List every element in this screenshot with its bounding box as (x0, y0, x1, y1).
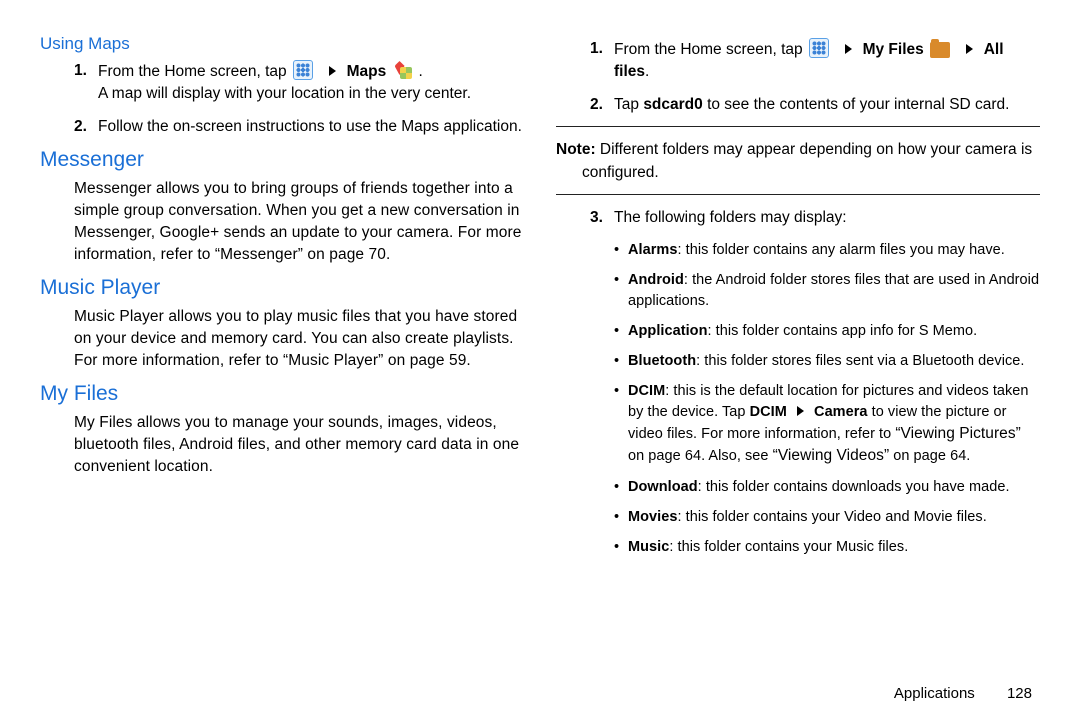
text: on page 64. Also, see (628, 448, 773, 464)
music-paragraph: Music Player allows you to play music fi… (40, 306, 524, 372)
text: From the Home screen, tap (98, 63, 291, 80)
myfiles-step-1: From the Home screen, tap My Files All f… (590, 38, 1040, 84)
folder-name: Application (628, 323, 708, 339)
text: on page 64. (889, 448, 970, 464)
dcim-label: DCIM (750, 404, 787, 420)
text: Tap (614, 96, 643, 113)
arrow-icon (966, 44, 973, 54)
myfiles-step-2: Tap sdcard0 to see the contents of your … (590, 94, 1040, 116)
music-ref: “Music Player” (283, 352, 388, 369)
list-item: DCIM: this is the default location for p… (614, 381, 1040, 468)
list-item: Music: this folder contains your Music f… (614, 537, 1040, 558)
folder-icon (930, 42, 950, 58)
list-item: Alarms: this folder contains any alarm f… (614, 240, 1040, 261)
folder-name: Music (628, 539, 669, 555)
list-item: Bluetooth: this folder stores files sent… (614, 351, 1040, 372)
text: The following folders may display: (614, 209, 847, 226)
myfiles-steps-a: From the Home screen, tap My Files All f… (556, 38, 1040, 116)
text: Follow the on-screen instructions to use… (98, 118, 522, 135)
folder-list: Alarms: this folder contains any alarm f… (556, 240, 1040, 558)
text: From the Home screen, tap (614, 41, 807, 58)
viewing-videos-ref: “Viewing Videos” (773, 447, 890, 464)
left-column: Using Maps From the Home screen, tap Map… (40, 34, 540, 702)
folder-name: Alarms (628, 242, 677, 258)
arrow-icon (797, 406, 804, 416)
myfiles-paragraph: My Files allows you to manage your sound… (40, 412, 524, 478)
footer-page-number: 128 (1007, 685, 1032, 702)
text: : this folder contains downloads you hav… (698, 479, 1010, 495)
text: to see the contents of your internal SD … (703, 96, 1010, 113)
page-footer: Applications 128 (894, 685, 1032, 702)
heading-music-player: Music Player (40, 276, 524, 300)
text: : this folder contains any alarm files y… (677, 242, 1004, 258)
arrow-icon (329, 66, 336, 76)
text: . (645, 63, 649, 80)
list-item: Movies: this folder contains your Video … (614, 507, 1040, 528)
folder-name: Android (628, 272, 684, 288)
maps-pin-icon (393, 60, 413, 80)
folder-name: DCIM (628, 383, 665, 399)
folder-name: Movies (628, 509, 677, 525)
note-label: Note: (556, 141, 600, 158)
heading-messenger: Messenger (40, 148, 524, 172)
using-maps-steps: From the Home screen, tap Maps . A map w… (40, 60, 524, 138)
folder-name: Download (628, 479, 698, 495)
camera-label: Camera (814, 404, 868, 420)
right-column: From the Home screen, tap My Files All f… (540, 34, 1040, 702)
sdcard0-label: sdcard0 (643, 96, 702, 113)
list-item: Download: this folder contains downloads… (614, 477, 1040, 498)
text: : this folder stores files sent via a Bl… (696, 353, 1024, 369)
folder-name: Bluetooth (628, 353, 696, 369)
footer-section: Applications (894, 685, 975, 702)
text: . (419, 63, 423, 80)
myfiles-steps-b: The following folders may display: (556, 207, 1040, 229)
text: : this folder contains your Music files. (669, 539, 908, 555)
list-item: Application: this folder contains app in… (614, 321, 1040, 342)
messenger-paragraph: Messenger allows you to bring groups of … (40, 178, 524, 266)
divider (556, 126, 1040, 127)
apps-grid-icon (809, 38, 829, 58)
text: on page 70. (307, 246, 390, 263)
page: Using Maps From the Home screen, tap Map… (0, 0, 1080, 720)
divider (556, 194, 1040, 195)
using-maps-step-1: From the Home screen, tap Maps . A map w… (74, 60, 524, 106)
heading-using-maps: Using Maps (40, 34, 524, 54)
arrow-icon (845, 44, 852, 54)
note: Note: Different folders may appear depen… (556, 139, 1040, 184)
text: : the Android folder stores files that a… (628, 272, 1039, 309)
heading-my-files: My Files (40, 382, 524, 406)
using-maps-step-2: Follow the on-screen instructions to use… (74, 116, 524, 138)
note-text: Different folders may appear depending o… (582, 141, 1032, 180)
list-item: Android: the Android folder stores files… (614, 270, 1040, 312)
myfiles-step-3: The following folders may display: (590, 207, 1040, 229)
text: : this folder contains your Video and Mo… (677, 509, 986, 525)
text: on page 59. (388, 352, 471, 369)
apps-grid-icon (293, 60, 313, 80)
maps-label: Maps (347, 63, 387, 80)
messenger-ref: “Messenger” (215, 246, 308, 263)
text: A map will display with your location in… (98, 85, 471, 102)
text: : this folder contains app info for S Me… (708, 323, 978, 339)
myfiles-label: My Files (863, 41, 924, 58)
viewing-pictures-ref: “Viewing Pictures” (895, 425, 1021, 442)
